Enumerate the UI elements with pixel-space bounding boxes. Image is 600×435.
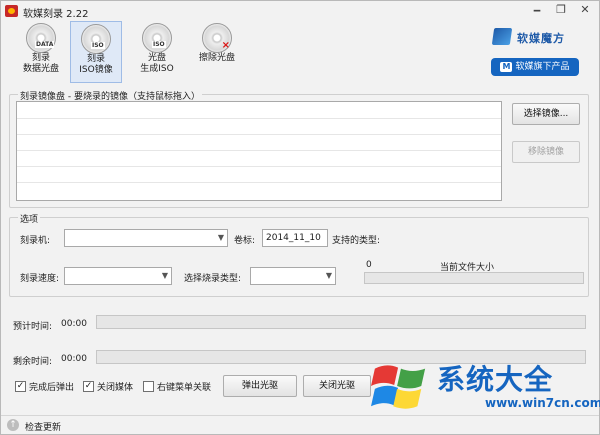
options-group: 选项 刻录机: ▼ 卷标: 2014_11_10 支持的类型: 刻录速度: ▼ … (9, 212, 589, 297)
remaining-time-value: 00:00 (61, 354, 87, 364)
tool-label: 刻录 (31, 53, 50, 63)
remove-image-button[interactable]: 移除镜像 (512, 141, 580, 163)
volume-input[interactable]: 2014_11_10 (262, 229, 328, 247)
close-drive-button[interactable]: 关闭光驱 (303, 375, 371, 397)
window-title: 软媒刻录 2.22 (23, 9, 89, 20)
app-icon (5, 5, 18, 17)
disc-tag: DATA (35, 41, 55, 48)
chevron-down-icon: ▼ (161, 271, 168, 280)
close-media-checkbox[interactable]: ✓ 关闭媒体 (83, 380, 133, 393)
title-bar: 软媒刻录 2.22 🗕 ❐ ✕ (1, 1, 599, 21)
tool-label: 数据光盘 (22, 64, 59, 74)
products-button[interactable]: M 软媒旗下产品 (491, 58, 579, 76)
erase-disc-button[interactable]: × 擦除光盘 (191, 21, 243, 83)
estimated-progress-bar (96, 315, 586, 329)
close-media-label: 关闭媒体 (97, 383, 134, 393)
checkbox-checked-icon: ✓ (15, 381, 26, 392)
brand-m-icon: M (500, 62, 513, 72)
make-iso-disc-icon: ISO (142, 23, 172, 53)
estimated-time-value: 00:00 (61, 319, 87, 329)
burner-select[interactable]: ▼ (64, 229, 228, 247)
context-menu-checkbox[interactable]: 右键菜单关联 (143, 380, 211, 393)
erase-disc-icon: × (202, 23, 232, 53)
chevron-down-icon: ▼ (325, 271, 332, 280)
size-value: 0 (366, 260, 372, 270)
status-bar: ↑ 检查更新 (1, 415, 599, 434)
disc-tag: ISO (91, 42, 105, 49)
brand-logo[interactable]: 软媒魔方 (491, 26, 585, 48)
app-window: 软媒刻录 2.22 🗕 ❐ ✕ DATA 刻录 数据光盘 ISO 刻录 ISO镜… (0, 0, 600, 435)
speed-label: 刻录速度: (20, 274, 60, 284)
supported-types-label: 支持的类型: (332, 236, 381, 246)
volume-label: 卷标: (234, 236, 256, 246)
erase-x-icon: × (221, 40, 230, 51)
brand-mark-icon (491, 28, 513, 45)
estimated-time-label: 预计时间: (13, 322, 53, 332)
watermark-url: www.win7cn.com (485, 396, 600, 410)
burn-iso-button[interactable]: ISO 刻录 ISO镜像 (70, 21, 122, 83)
burn-type-label: 选择烧录类型: (184, 274, 242, 284)
close-button[interactable]: ✕ (575, 2, 595, 18)
check-update-link[interactable]: 检查更新 (25, 420, 61, 433)
toolbar: DATA 刻录 数据光盘 ISO 刻录 ISO镜像 ISO 光盘 生成ISO ×… (1, 21, 599, 85)
burn-data-disc-button[interactable]: DATA 刻录 数据光盘 (15, 21, 67, 83)
chevron-down-icon: ▼ (217, 233, 224, 242)
eject-after-checkbox[interactable]: ✓ 完成后弹出 (15, 380, 74, 393)
products-button-label: 软媒旗下产品 (515, 62, 570, 72)
options-group-title: 选项 (18, 212, 41, 225)
size-bar (364, 272, 584, 284)
update-icon: ↑ (7, 419, 19, 431)
disc-tag: ISO (152, 41, 166, 48)
watermark-title: 系统大全 (437, 363, 554, 396)
make-iso-button[interactable]: ISO 光盘 生成ISO (131, 21, 183, 83)
context-menu-label: 右键菜单关联 (157, 383, 212, 393)
minimize-button[interactable]: 🗕 (527, 2, 547, 18)
tool-label: ISO镜像 (79, 65, 113, 75)
brand-text: 软媒魔方 (517, 32, 565, 45)
windows-logo-icon (371, 365, 426, 409)
tool-label: 刻录 (86, 54, 105, 64)
burn-type-select[interactable]: ▼ (250, 267, 336, 285)
eject-after-label: 完成后弹出 (29, 383, 75, 393)
tool-label: 生成ISO (140, 64, 174, 74)
tool-label: 光盘 (147, 53, 166, 63)
image-list[interactable] (16, 101, 502, 201)
image-group: 刻录镜像盘 - 要烧录的镜像（支持鼠标拖入） 选择镜像... 移除镜像 (9, 89, 589, 208)
remaining-time-label: 剩余时间: (13, 357, 53, 367)
eject-drive-button[interactable]: 弹出光驱 (223, 375, 297, 397)
checkbox-checked-icon: ✓ (83, 381, 94, 392)
checkbox-unchecked-icon (143, 381, 154, 392)
watermark: 系统大全 www.win7cn.com (367, 356, 600, 416)
tool-label: 擦除光盘 (198, 53, 235, 63)
speed-select[interactable]: ▼ (64, 267, 172, 285)
data-disc-icon: DATA (26, 23, 56, 53)
select-image-button[interactable]: 选择镜像... (512, 103, 580, 125)
maximize-button[interactable]: ❐ (551, 2, 571, 18)
burner-label: 刻录机: (20, 236, 51, 246)
iso-disc-icon: ISO (81, 24, 111, 54)
